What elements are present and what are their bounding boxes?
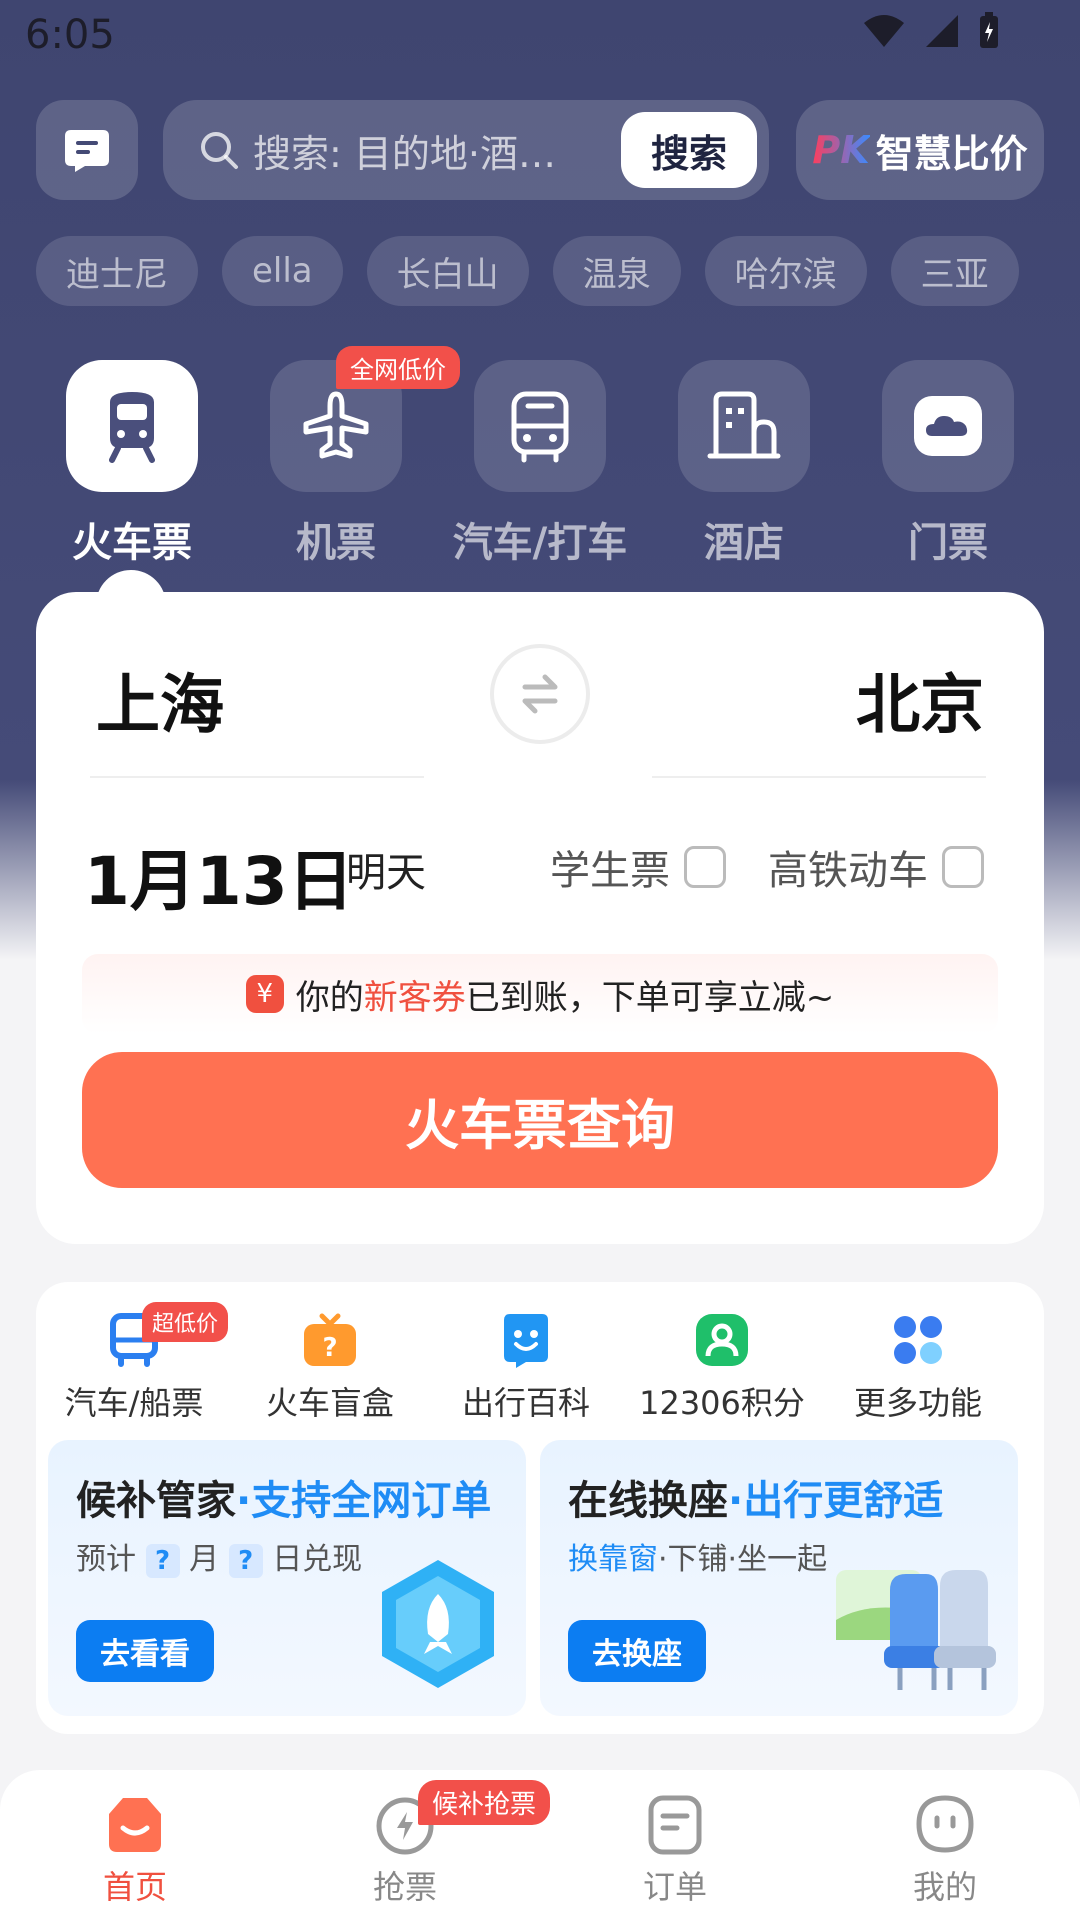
category-nav: 火车票 全网低价 机票 汽车/打车 酒店 门票 xyxy=(0,346,1080,568)
arrival-city[interactable]: 北京 xyxy=(856,654,984,746)
hot-tag[interactable]: 长白山 xyxy=(366,236,529,306)
plane-icon xyxy=(303,391,369,459)
search-bar[interactable]: 搜索: 目的地·酒店… 搜索 xyxy=(163,100,769,200)
service-encyclopedia[interactable]: 出行百科 xyxy=(428,1312,624,1424)
category-label: 酒店 xyxy=(704,520,784,566)
high-speed-label: 高铁动车 xyxy=(768,848,928,894)
hot-tag[interactable]: 三亚 xyxy=(890,236,1019,306)
order-icon xyxy=(648,1795,702,1855)
rocket-illustration xyxy=(382,1560,494,1688)
category-flight[interactable]: 全网低价 机票 xyxy=(234,346,460,568)
promo-card-title: 在线换座·出行更舒适 xyxy=(568,1478,944,1524)
service-blind-box[interactable]: ? 火车盲盒 xyxy=(232,1312,428,1424)
hot-tag[interactable]: 迪士尼 xyxy=(36,236,198,306)
encyclopedia-icon xyxy=(504,1314,548,1368)
swap-icon xyxy=(522,674,558,714)
smart-compare-label: 智慧比价 xyxy=(875,131,1028,176)
service-label: 汽车/船票 xyxy=(64,1384,204,1422)
service-12306-points[interactable]: 12306积分 xyxy=(624,1312,820,1424)
high-speed-option[interactable]: 高铁动车 xyxy=(768,838,984,896)
divider xyxy=(652,776,986,778)
swap-cities-button[interactable] xyxy=(490,644,590,744)
services-row: 超低价 汽车/船票 ? 火车盲盒 出行百科 12306积分 更多功能 xyxy=(36,1302,1044,1424)
category-label: 门票 xyxy=(908,520,988,566)
view-waitlist-button[interactable]: 去看看 xyxy=(76,1620,214,1682)
nav-profile[interactable]: 我的 xyxy=(810,1770,1080,1920)
message-button[interactable] xyxy=(36,100,138,200)
blind-box-icon: ? xyxy=(304,1313,356,1366)
student-ticket-checkbox[interactable] xyxy=(684,846,726,888)
service-label: 火车盲盒 xyxy=(265,1384,394,1422)
student-ticket-option[interactable]: 学生票 xyxy=(550,838,726,896)
ticket-icon xyxy=(914,396,982,456)
train-icon xyxy=(109,392,155,463)
category-hotel[interactable]: 酒店 xyxy=(642,360,846,568)
divider xyxy=(90,776,424,778)
nav-label: 订单 xyxy=(642,1868,707,1906)
date-relative-label: 明天 xyxy=(346,850,426,896)
category-tickets[interactable]: 门票 xyxy=(846,360,1050,568)
hotel-icon xyxy=(707,391,781,459)
nav-label: 抢票 xyxy=(372,1868,437,1906)
service-label: 出行百科 xyxy=(461,1384,590,1422)
student-ticket-label: 学生票 xyxy=(550,848,670,894)
change-seat-button[interactable]: 去换座 xyxy=(568,1620,706,1682)
service-label: 更多功能 xyxy=(853,1384,982,1422)
train-booking-card: 上海 北京 1月13日 明天 学生票 高铁动车 ¥ 你的 新客券 已到账，下单可享立… xyxy=(36,592,1044,1244)
pk-logo: PK xyxy=(812,128,870,172)
super-low-price-badge: 超低价 xyxy=(142,1302,229,1342)
status-icons xyxy=(862,12,1000,50)
nav-orders[interactable]: 订单 xyxy=(540,1770,810,1920)
home-icon xyxy=(109,1798,161,1852)
promo-card-subtitle: 换靠窗·下铺·坐一起 xyxy=(568,1542,828,1577)
service-label: 12306积分 xyxy=(639,1384,805,1422)
message-icon xyxy=(65,130,109,172)
category-bus-taxi[interactable]: 汽车/打车 xyxy=(438,360,642,568)
nav-label: 我的 xyxy=(912,1868,977,1906)
promo-card-subtitle: 预计 ? 月 ? 日兑现 xyxy=(76,1542,363,1578)
search-button[interactable]: 搜索 xyxy=(621,112,757,188)
hot-search-tags: 迪士尼 ella 长白山 温泉 哈尔滨 三亚 xyxy=(36,236,1019,306)
points-icon xyxy=(696,1314,748,1366)
svg-text:?: ? xyxy=(322,1333,337,1363)
hot-tag[interactable]: 哈尔滨 xyxy=(704,236,867,306)
coupon-notice: ¥ 你的 新客券 已到账，下单可享立减~ xyxy=(82,954,998,1034)
more-icon xyxy=(894,1316,942,1364)
category-label: 机票 xyxy=(296,520,376,566)
hot-tag[interactable]: 温泉 xyxy=(552,236,681,306)
status-time: 6:05 xyxy=(25,12,115,58)
category-train[interactable]: 火车票 xyxy=(30,360,234,568)
battery-icon xyxy=(980,12,998,48)
coupon-highlight: 新客券 xyxy=(363,977,466,1018)
wifi-icon xyxy=(864,15,904,47)
departure-city[interactable]: 上海 xyxy=(96,654,224,746)
search-placeholder[interactable]: 搜索: 目的地·酒店… xyxy=(253,123,583,178)
departure-date[interactable]: 1月13日 xyxy=(84,828,354,924)
seats-illustration xyxy=(836,1570,996,1690)
coupon-icon: ¥ xyxy=(245,975,284,1013)
smart-compare-button[interactable]: PK 智慧比价 xyxy=(796,100,1044,200)
seat-change-card[interactable]: 在线换座·出行更舒适 换靠窗·下铺·坐一起 去换座 xyxy=(540,1440,1018,1716)
category-label: 汽车/打车 xyxy=(452,520,628,566)
services-card: 超低价 汽车/船票 ? 火车盲盒 出行百科 12306积分 更多功能 候补管家·… xyxy=(36,1282,1044,1734)
hot-tag[interactable]: ella xyxy=(222,236,343,306)
search-trains-button[interactable]: 火车票查询 xyxy=(82,1052,998,1188)
nav-label: 首页 xyxy=(102,1868,167,1906)
profile-icon xyxy=(916,1795,974,1853)
service-bus-ship[interactable]: 超低价 汽车/船票 xyxy=(36,1302,232,1424)
bus-icon xyxy=(511,391,569,463)
bottom-navigation: 首页 候补抢票 抢票 订单 我的 xyxy=(0,1770,1080,1920)
category-label: 火车票 xyxy=(72,520,192,566)
service-more[interactable]: 更多功能 xyxy=(820,1312,1016,1424)
search-icon xyxy=(201,132,238,169)
nav-home[interactable]: 首页 xyxy=(0,1770,270,1920)
signal-icon xyxy=(926,15,958,47)
waitlist-badge: 候补抢票 xyxy=(418,1780,551,1825)
promo-card-title: 候补管家·支持全网订单 xyxy=(76,1478,492,1524)
nav-grab-ticket[interactable]: 候补抢票 抢票 xyxy=(270,1770,551,1920)
waitlist-manager-card[interactable]: 候补管家·支持全网订单 预计 ? 月 ? 日兑现 去看看 xyxy=(48,1440,526,1716)
high-speed-checkbox[interactable] xyxy=(942,846,984,888)
